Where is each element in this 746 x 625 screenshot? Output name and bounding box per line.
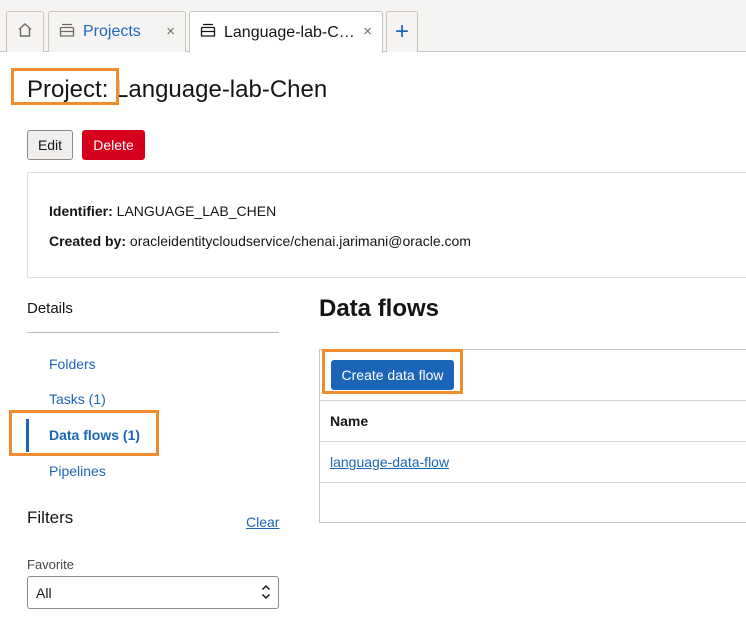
- identifier-label: Identifier:: [49, 203, 113, 219]
- created-by-label: Created by:: [49, 233, 127, 249]
- tab-stack-icon: [59, 23, 75, 42]
- tab-home[interactable]: [6, 11, 44, 52]
- clear-filters-link[interactable]: Clear: [246, 514, 279, 530]
- created-by-value: oracleidentitycloudservice/chenai.jarima…: [129, 233, 471, 249]
- close-icon[interactable]: ×: [363, 23, 372, 40]
- tab-stack-icon: [200, 23, 216, 42]
- tab-projects-label: Projects: [83, 23, 141, 40]
- favorite-select-value: All: [36, 584, 52, 601]
- home-icon: [17, 22, 33, 43]
- tab-projects[interactable]: Projects ×: [48, 11, 186, 52]
- delete-button[interactable]: Delete: [82, 130, 145, 160]
- highlight-create-button: [322, 349, 463, 394]
- favorite-label: Favorite: [27, 557, 74, 572]
- details-heading: Details: [27, 300, 73, 317]
- highlight-data-flows-nav: [9, 410, 159, 456]
- identifier-value: LANGUAGE_LAB_CHEN: [116, 203, 277, 219]
- project-info-panel: Identifier: LANGUAGE_LAB_CHEN Created by…: [27, 172, 746, 278]
- data-flows-title: Data flows: [319, 295, 440, 322]
- tab-language-lab-label: Language-lab-C…: [224, 23, 355, 41]
- details-divider: [27, 332, 279, 333]
- table-row[interactable]: language-data-flow: [330, 454, 449, 470]
- close-icon[interactable]: ×: [166, 23, 175, 40]
- edit-button[interactable]: Edit: [27, 130, 73, 160]
- table-divider: [320, 482, 746, 483]
- sidebar-item-folders[interactable]: Folders: [49, 356, 96, 372]
- sidebar-item-pipelines[interactable]: Pipelines: [49, 463, 106, 479]
- filters-heading: Filters: [27, 508, 74, 527]
- favorite-select[interactable]: All: [27, 576, 279, 609]
- chevron-up-down-icon: [261, 583, 271, 602]
- plus-icon: +: [394, 18, 409, 45]
- sidebar-item-tasks[interactable]: Tasks (1): [49, 391, 106, 407]
- table-divider: [320, 441, 746, 442]
- highlight-project-label: [11, 68, 119, 105]
- tab-language-lab[interactable]: Language-lab-C… ×: [189, 11, 383, 53]
- table-divider: [320, 400, 746, 401]
- created-by-row: Created by: oracleidentitycloudservice/c…: [49, 233, 471, 249]
- identifier-row: Identifier: LANGUAGE_LAB_CHEN: [49, 203, 276, 219]
- column-header-name[interactable]: Name: [330, 413, 368, 429]
- tab-bar: Projects × Language-lab-C… × +: [0, 0, 746, 53]
- add-tab-button[interactable]: +: [386, 11, 418, 52]
